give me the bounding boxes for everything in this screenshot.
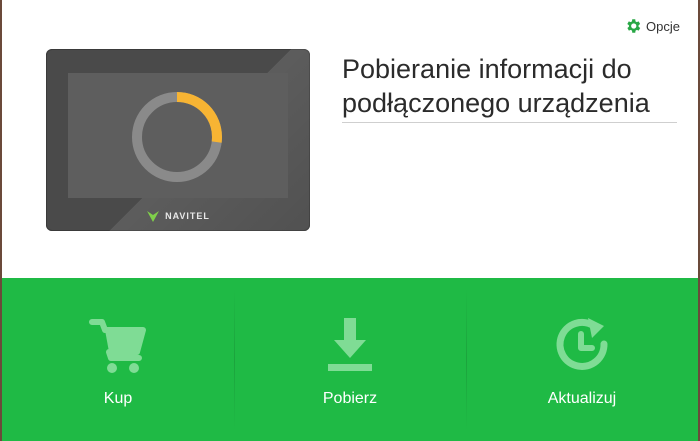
cart-icon [89,319,146,373]
action-bar: Kup Pobierz Aktualizuj [2,278,698,441]
brand-label: NAVITEL [165,211,210,221]
page-title: Pobieranie informacji do podłączonego ur… [342,52,677,123]
update-button[interactable]: Aktualizuj [466,278,698,441]
buy-label: Kup [103,390,133,407]
download-label: Pobierz [322,390,378,407]
device-screen [68,73,288,198]
options-label: Opcje [646,18,680,34]
device-brand: NAVITEL [46,209,310,223]
gear-icon [624,17,642,35]
download-icon [328,318,372,371]
options-link[interactable]: Opcje [624,17,680,35]
buy-button[interactable]: Kup [2,278,234,441]
progress-ring [132,92,222,182]
device-illustration: NAVITEL [46,49,310,231]
update-icon [556,318,608,370]
app-window: Opcje NAVITEL Pobieranie informacji do p… [0,0,700,441]
navitel-logo-icon [146,209,160,223]
download-button[interactable]: Pobierz [234,278,466,441]
update-label: Aktualizuj [547,390,617,407]
